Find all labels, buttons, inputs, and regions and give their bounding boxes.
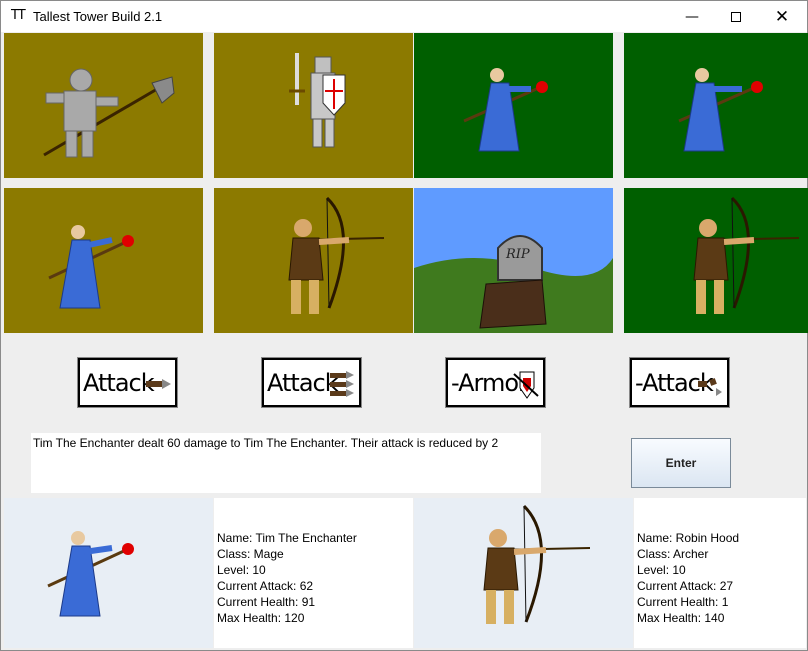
tile-mage[interactable] bbox=[414, 33, 613, 178]
maximize-button[interactable] bbox=[713, 1, 759, 32]
player-health: Current Health: 1 bbox=[637, 595, 729, 609]
archer-icon bbox=[288, 196, 385, 314]
reduce-armor-button[interactable]: -Armor bbox=[445, 357, 546, 408]
gravestone-icon: RIP bbox=[414, 235, 613, 333]
tile-gravestone[interactable]: RIP bbox=[414, 188, 613, 333]
crusader-knight-icon bbox=[289, 53, 346, 148]
tile-archer[interactable] bbox=[214, 188, 413, 333]
grave-text: RIP bbox=[505, 247, 530, 262]
player-level: Level: 10 bbox=[637, 563, 686, 577]
armored-knight-icon bbox=[43, 68, 175, 158]
close-button[interactable]: ✕ bbox=[759, 1, 805, 32]
app-icon: TT bbox=[11, 8, 26, 23]
tile-mage[interactable] bbox=[4, 188, 203, 333]
player-class: Class: Mage bbox=[217, 547, 284, 561]
player-portrait-right bbox=[414, 498, 633, 648]
combat-log-text: Tim The Enchanter dealt 60 damage to Tim… bbox=[33, 436, 499, 450]
minimize-icon: — bbox=[685, 8, 699, 25]
player-max-health: Max Health: 140 bbox=[637, 611, 725, 625]
enter-button[interactable]: Enter bbox=[631, 438, 731, 488]
mage-icon bbox=[678, 68, 763, 152]
tile-archer[interactable] bbox=[624, 188, 808, 333]
reduce-attack-button[interactable]: -Attack bbox=[629, 357, 730, 408]
player-max-health: Max Health: 120 bbox=[217, 611, 305, 625]
player-name: Name: Tim The Enchanter bbox=[217, 531, 357, 545]
player-portrait-left bbox=[4, 498, 213, 648]
mage-icon bbox=[47, 531, 134, 617]
player-name: Name: Robin Hood bbox=[637, 531, 740, 545]
tile-crusader-knight[interactable] bbox=[214, 33, 413, 178]
attack-button[interactable]: Attack bbox=[77, 357, 178, 408]
mage-icon bbox=[48, 225, 134, 309]
player-health: Current Health: 91 bbox=[217, 595, 316, 609]
player-attack: Current Attack: 62 bbox=[217, 579, 314, 593]
archer-icon bbox=[483, 504, 591, 624]
combat-log[interactable]: Tim The Enchanter dealt 60 damage to Tim… bbox=[31, 433, 541, 493]
tile-mage[interactable] bbox=[624, 33, 808, 178]
player-stats-left: Name: Tim The Enchanter Class: Mage Leve… bbox=[214, 498, 413, 648]
game-window: TT Tallest Tower Build 2.1 — ✕ RIP Attac… bbox=[0, 0, 808, 651]
player-class: Class: Archer bbox=[637, 547, 709, 561]
window-title: Tallest Tower Build 2.1 bbox=[33, 9, 163, 24]
shield-arrow-icon bbox=[513, 371, 539, 399]
single-arrow-icon bbox=[146, 379, 171, 389]
title-bar[interactable]: TT Tallest Tower Build 2.1 — ✕ bbox=[1, 1, 807, 32]
maximize-icon bbox=[731, 11, 741, 22]
close-icon: ✕ bbox=[774, 6, 790, 27]
triple-arrow-icon bbox=[330, 371, 354, 397]
player-stats-right: Name: Robin Hood Class: Archer Level: 10… bbox=[634, 498, 806, 648]
tile-armored-knight[interactable] bbox=[4, 33, 203, 178]
player-attack: Current Attack: 27 bbox=[637, 579, 734, 593]
attack-multi-button[interactable]: Attack bbox=[261, 357, 362, 408]
archer-icon bbox=[693, 196, 800, 314]
broken-arrow-icon bbox=[698, 378, 722, 396]
player-level: Level: 10 bbox=[217, 563, 266, 577]
minimize-button[interactable]: — bbox=[669, 1, 715, 32]
mage-icon bbox=[463, 68, 548, 152]
